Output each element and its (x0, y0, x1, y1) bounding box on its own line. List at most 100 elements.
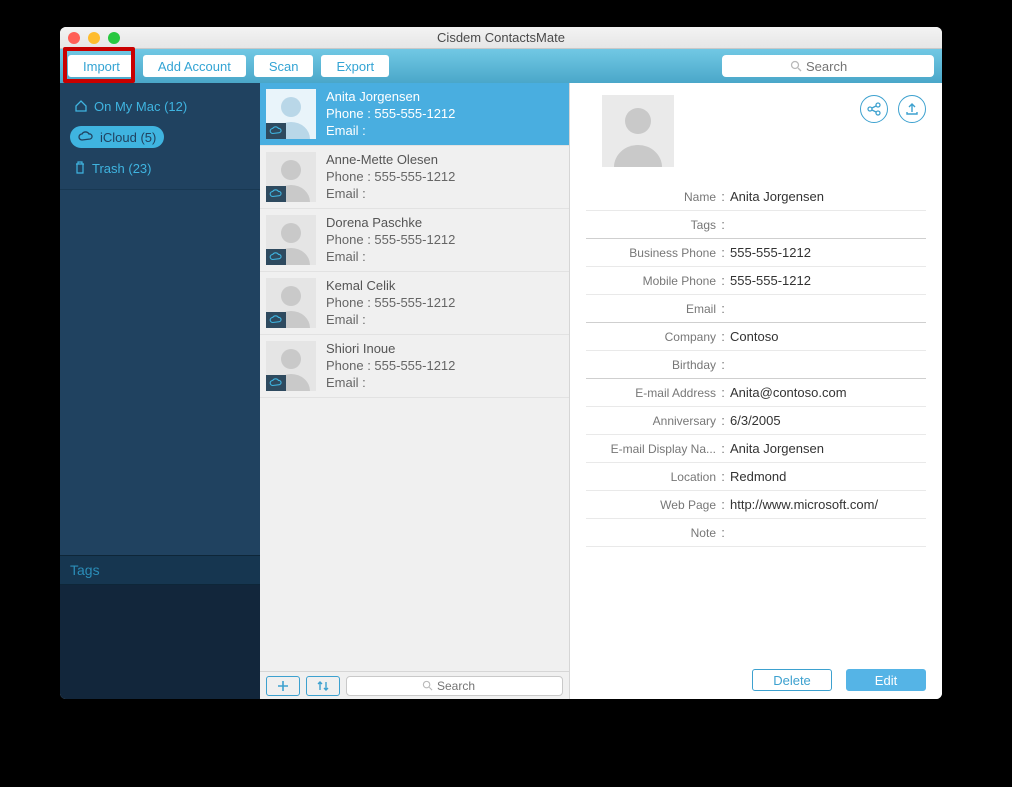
contact-list-item[interactable]: Shiori Inoue Phone : 555-555-1212 Email : (260, 335, 569, 398)
sidebar-tags-header[interactable]: Tags (60, 555, 260, 585)
field-label: Email (586, 302, 716, 316)
upload-icon (904, 101, 920, 117)
export-contact-button[interactable] (898, 95, 926, 123)
add-account-button[interactable]: Add Account (143, 55, 246, 77)
field-value[interactable]: 555-555-1212 (730, 245, 926, 260)
contact-list-search-input[interactable] (437, 679, 487, 693)
field-label: Birthday (586, 358, 716, 372)
detail-field-row: Business Phone:555-555-1212 (586, 239, 926, 267)
sidebar-item-trash[interactable]: Trash (23) (60, 155, 165, 181)
sidebar: On My Mac (12) iCloud (5) (60, 83, 260, 699)
share-icon (866, 101, 882, 117)
cloud-badge-icon (266, 249, 286, 265)
field-label: Anniversary (586, 414, 716, 428)
scan-button[interactable]: Scan (254, 55, 314, 77)
close-window-button[interactable] (68, 32, 80, 44)
main-toolbar: Import Add Account Scan Export (60, 49, 942, 83)
sidebar-item-icloud[interactable]: iCloud (5) (70, 126, 164, 148)
cloud-badge-icon (266, 123, 286, 139)
trash-icon (74, 161, 86, 175)
field-label: Location (586, 470, 716, 484)
detail-field-row: Email: (586, 295, 926, 323)
field-value[interactable]: http://www.microsoft.com/ (730, 497, 926, 512)
contact-list-search[interactable] (346, 676, 563, 696)
toolbar-search-input[interactable] (806, 59, 866, 74)
avatar (266, 89, 316, 139)
avatar (266, 215, 316, 265)
sidebar-item-label: Trash (23) (92, 161, 151, 176)
contact-email: Email : (326, 375, 455, 390)
avatar (266, 278, 316, 328)
field-value[interactable]: 555-555-1212 (730, 273, 926, 288)
contact-name: Kemal Celik (326, 278, 455, 293)
field-label: Note (586, 526, 716, 540)
contact-phone: Phone : 555-555-1212 (326, 232, 455, 247)
detail-field-row: Note: (586, 519, 926, 547)
detail-field-row: Mobile Phone:555-555-1212 (586, 267, 926, 295)
delete-button[interactable]: Delete (752, 669, 832, 691)
field-label: E-mail Display Na... (586, 442, 716, 456)
contact-list-item[interactable]: Kemal CelikPhone : 555-555-1212Email : (260, 272, 569, 335)
field-label: Web Page (586, 498, 716, 512)
contact-list[interactable]: Anita JorgensenPhone : 555-555-1212Email… (260, 83, 569, 671)
contact-phone: Phone : 555-555-1212 (326, 358, 455, 373)
contact-phone: Phone : 555-555-1212 (326, 295, 455, 310)
cloud-badge-icon (266, 312, 286, 328)
contact-list-item[interactable]: Anita JorgensenPhone : 555-555-1212Email… (260, 83, 569, 146)
detail-field-row: Name:Anita Jorgensen (586, 183, 926, 211)
titlebar: Cisdem ContactsMate (60, 27, 942, 49)
cloud-badge-icon (266, 375, 286, 391)
field-label: Company (586, 330, 716, 344)
search-icon (422, 680, 433, 691)
person-icon (602, 95, 674, 167)
export-button[interactable]: Export (321, 55, 389, 77)
field-label: Tags (586, 218, 716, 232)
import-button[interactable]: Import (68, 55, 135, 77)
avatar (266, 152, 316, 202)
field-value[interactable]: 6/3/2005 (730, 413, 926, 428)
detail-field-row: E-mail Display Na...:Anita Jorgensen (586, 435, 926, 463)
contact-email: Email : (326, 249, 455, 264)
sidebar-item-label: iCloud (5) (100, 130, 156, 145)
minimize-window-button[interactable] (88, 32, 100, 44)
field-label: Mobile Phone (586, 274, 716, 288)
field-label: E-mail Address (586, 386, 716, 400)
contact-detail-pane: Name:Anita JorgensenTags:Business Phone:… (570, 83, 942, 699)
field-value[interactable]: Contoso (730, 329, 926, 344)
toolbar-search[interactable] (722, 55, 934, 77)
detail-field-row: Web Page:http://www.microsoft.com/ (586, 491, 926, 519)
fullscreen-window-button[interactable] (108, 32, 120, 44)
field-value[interactable]: Redmond (730, 469, 926, 484)
field-value[interactable]: Anita Jorgensen (730, 189, 926, 204)
avatar (266, 341, 316, 391)
detail-field-row: Tags: (586, 211, 926, 239)
sort-icon (315, 679, 331, 693)
contact-avatar[interactable] (602, 95, 674, 167)
contact-list-footer (260, 671, 569, 699)
contact-list-pane: Anita JorgensenPhone : 555-555-1212Email… (260, 83, 570, 699)
contact-list-item[interactable]: Dorena PaschkePhone : 555-555-1212Email … (260, 209, 569, 272)
field-label: Business Phone (586, 246, 716, 260)
contact-list-item[interactable]: Anne-Mette OlesenPhone : 555-555-1212Ema… (260, 146, 569, 209)
sidebar-item-label: On My Mac (12) (94, 99, 187, 114)
cloud-icon (78, 131, 94, 143)
search-icon (790, 60, 802, 72)
share-button[interactable] (860, 95, 888, 123)
sort-button[interactable] (306, 676, 340, 696)
contact-email: Email : (326, 123, 455, 138)
detail-field-row: Company:Contoso (586, 323, 926, 351)
contact-phone: Phone : 555-555-1212 (326, 169, 455, 184)
field-value[interactable]: Anita Jorgensen (730, 441, 926, 456)
edit-button[interactable]: Edit (846, 669, 926, 691)
contact-fields: Name:Anita JorgensenTags:Business Phone:… (586, 183, 926, 661)
traffic-lights (60, 32, 120, 44)
sidebar-item-on-my-mac[interactable]: On My Mac (12) (60, 93, 201, 119)
detail-field-row: Birthday: (586, 351, 926, 379)
cloud-badge-icon (266, 186, 286, 202)
contact-phone: Phone : 555-555-1212 (326, 106, 455, 121)
contact-name: Anne-Mette Olesen (326, 152, 455, 167)
field-label: Name (586, 190, 716, 204)
field-value[interactable]: Anita@contoso.com (730, 385, 926, 400)
add-contact-button[interactable] (266, 676, 300, 696)
contact-name: Shiori Inoue (326, 341, 455, 356)
